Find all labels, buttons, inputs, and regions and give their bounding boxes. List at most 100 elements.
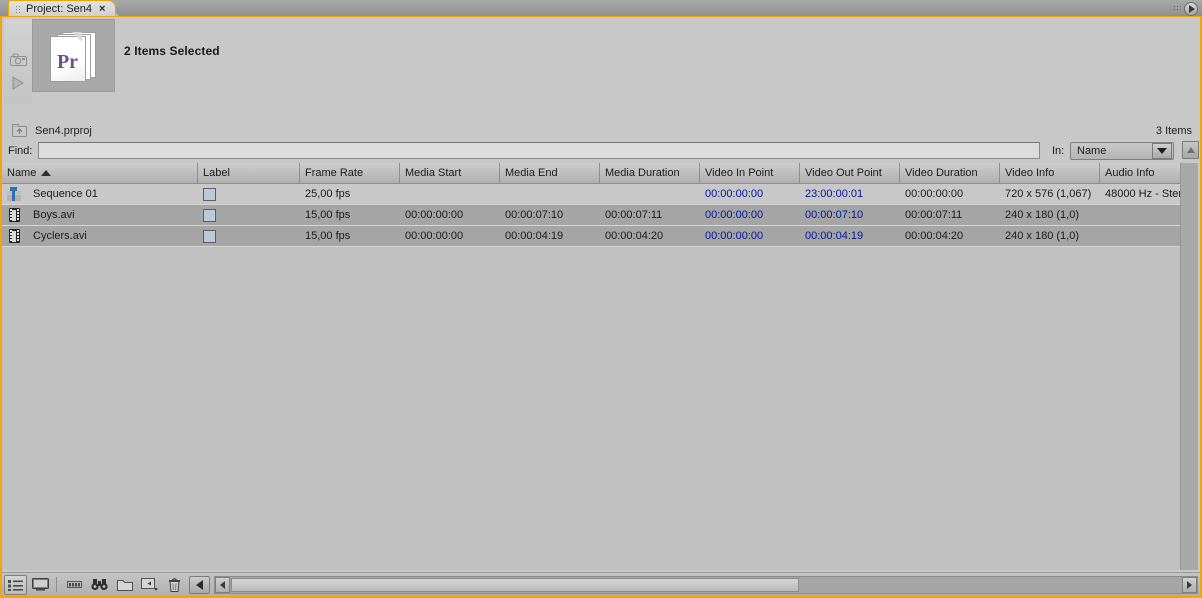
row-name-label: Boys.avi [33, 209, 75, 221]
sequence-icon [7, 187, 21, 201]
cell-video-duration: 00:00:00:00 [905, 188, 964, 200]
tab-strip: Project: Sen4 × [0, 0, 1202, 17]
find-button[interactable] [88, 575, 111, 595]
new-item-button[interactable] [138, 575, 161, 595]
panel-menu-dots-icon[interactable] [1173, 5, 1182, 12]
column-header-label: Video Out Point [805, 167, 882, 179]
find-row: Find: In: Name [2, 141, 1200, 162]
premiere-project-panel: Project: Sen4 × Pr 2 Items Selected Sen4… [0, 0, 1202, 598]
cell-video-out-point: 00:00:07:10 [805, 209, 864, 221]
cell-label[interactable] [198, 184, 300, 205]
column-header-video-out-point[interactable]: Video Out Point [800, 163, 900, 183]
collapse-left-arrow-button[interactable] [189, 575, 210, 594]
cell-audio-info: 48000 Hz - Ster [1105, 188, 1180, 200]
column-header-media-duration[interactable]: Media Duration [600, 163, 700, 183]
cell-media-end: 00:00:07:10 [505, 209, 564, 221]
column-header-label: Media End [505, 167, 558, 179]
row-icon-wrapper [2, 187, 26, 201]
filmstrip-icon [8, 229, 20, 243]
project-panel-frame: Pr 2 Items Selected Sen4.prproj 3 Items … [0, 16, 1202, 598]
row-icon-wrapper [2, 208, 26, 222]
cell-video-in-point: 00:00:00:00 [705, 188, 764, 200]
play-icon[interactable] [9, 75, 28, 91]
table-header-row: Name Label Frame Rate Media Start Media End M… [2, 163, 1180, 184]
cell-media-start: 00:00:00:00 [405, 230, 464, 242]
column-header-label: Media Duration [605, 167, 680, 179]
column-header-label[interactable]: Label [198, 163, 300, 183]
pr-logo-text: Pr [56, 50, 79, 73]
column-header-video-duration[interactable]: Video Duration [900, 163, 1000, 183]
project-file-name: Sen4.prproj [35, 125, 92, 137]
scroll-right-arrow-icon[interactable] [1182, 576, 1197, 593]
table-row[interactable]: Cyclers.avi 15,00 fps 00:00:00:00 00:00:04:… [2, 226, 1180, 247]
column-header-media-end[interactable]: Media End [500, 163, 600, 183]
cell-video-out-point: 00:00:04:19 [805, 230, 864, 242]
doc-fold-corner [71, 31, 82, 42]
cell-video-info: 240 x 180 (1,0) [1005, 209, 1079, 221]
cell-media-duration [600, 184, 700, 205]
delete-button[interactable] [163, 575, 186, 595]
horizontal-scrollbar[interactable] [214, 575, 1198, 594]
column-header-label: Video Duration [905, 167, 978, 179]
label-color-swatch[interactable] [203, 208, 216, 222]
cell-audio-info [1100, 226, 1180, 247]
cell-video-in-point: 00:00:00:00 [705, 230, 764, 242]
cell-video-out-point: 23:00:00:01 [805, 188, 864, 200]
cell-video-info: 720 x 576 (1,067) [1005, 188, 1092, 200]
premiere-project-icon: Pr [48, 30, 100, 82]
cell-video-info: 240 x 180 (1,0) [1005, 230, 1079, 242]
vertical-scrollbar[interactable] [1180, 163, 1198, 570]
cell-name[interactable]: Cyclers.avi [2, 226, 198, 247]
in-label: In: [1052, 145, 1065, 157]
cell-frame-rate: 15,00 fps [305, 209, 351, 221]
cell-frame-rate: 25,00 fps [305, 188, 351, 200]
label-color-swatch[interactable] [203, 187, 216, 201]
scroll-up-button[interactable] [1182, 141, 1199, 159]
cell-media-end [500, 184, 600, 205]
tab-grip-icon[interactable] [15, 4, 21, 14]
toolbar-separator [56, 577, 57, 592]
cell-video-in-point: 00:00:00:00 [705, 209, 764, 221]
scroll-left-arrow-icon[interactable] [215, 576, 230, 593]
find-in-value: Name [1077, 145, 1107, 157]
close-icon[interactable]: × [97, 3, 105, 15]
table-row[interactable]: Boys.avi 15,00 fps 00:00:00:00 00:00:07:10 0… [2, 205, 1180, 226]
cell-label[interactable] [198, 226, 300, 247]
cell-name[interactable]: Boys.avi [2, 205, 198, 226]
column-header-frame-rate[interactable]: Frame Rate [300, 163, 400, 183]
cell-media-duration: 00:00:04:20 [605, 230, 664, 242]
panel-menu-area [1168, 1, 1198, 16]
cell-label[interactable] [198, 205, 300, 226]
row-icon-wrapper [2, 229, 26, 243]
preview-thumbnail[interactable]: Pr [32, 19, 115, 92]
new-bin-button[interactable] [113, 575, 136, 595]
poster-frame-icon[interactable] [9, 51, 28, 67]
automate-to-sequence-button[interactable] [63, 575, 86, 595]
find-in-dropdown[interactable]: Name [1070, 142, 1174, 160]
column-header-video-in-point[interactable]: Video In Point [700, 163, 800, 183]
find-label: Find: [8, 145, 33, 157]
column-header-name[interactable]: Name [2, 163, 198, 183]
column-header-audio-info[interactable]: Audio Info [1100, 163, 1180, 183]
selection-title: 2 Items Selected [124, 44, 220, 58]
tab-project-sen4[interactable]: Project: Sen4 × [8, 0, 117, 17]
column-header-label: Audio Info [1105, 167, 1155, 179]
column-header-media-start[interactable]: Media Start [400, 163, 500, 183]
bottom-toolbar [2, 572, 1200, 596]
column-header-label: Name [7, 167, 37, 179]
parent-bin-icon[interactable] [11, 123, 28, 138]
search-input[interactable] [38, 142, 1040, 159]
label-color-swatch[interactable] [203, 229, 216, 243]
row-name-label: Cyclers.avi [33, 230, 87, 242]
list-view-button[interactable] [4, 574, 27, 595]
cell-media-start: 00:00:00:00 [405, 209, 464, 221]
icon-view-button[interactable] [29, 575, 52, 595]
table-row[interactable]: Sequence 01 25,00 fps 00:00:00:00 23:00:00:… [2, 184, 1180, 205]
horizontal-scroll-thumb[interactable] [231, 577, 799, 592]
chevron-down-icon[interactable] [1152, 143, 1172, 159]
cell-name[interactable]: Sequence 01 [2, 184, 198, 205]
tab-title: Project: Sen4 [26, 3, 93, 15]
column-header-video-info[interactable]: Video Info [1000, 163, 1100, 183]
column-header-label: Frame Rate [305, 167, 364, 179]
play-button-icon[interactable] [1184, 1, 1198, 16]
